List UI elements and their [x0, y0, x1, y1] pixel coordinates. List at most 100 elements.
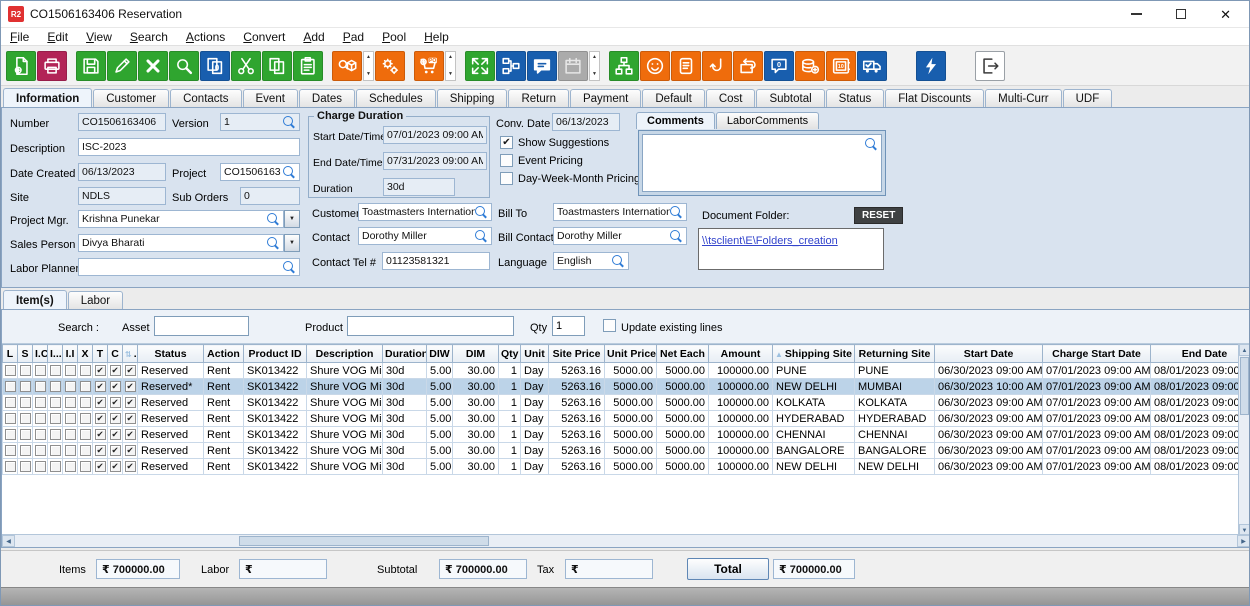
menu-add[interactable]: Add	[294, 30, 333, 44]
tab-customer[interactable]: Customer	[93, 89, 169, 107]
tab-flat-discounts[interactable]: Flat Discounts	[885, 89, 984, 107]
col-header-t[interactable]: T	[93, 345, 108, 363]
add-currency-icon[interactable]	[795, 51, 825, 81]
org-grid-icon[interactable]	[496, 51, 526, 81]
description-field[interactable]: ISC-2023	[78, 138, 300, 156]
col-header-i-c[interactable]: I.C	[33, 345, 48, 363]
new-order-icon[interactable]	[6, 51, 36, 81]
row-checkbox[interactable]	[35, 397, 46, 408]
search-icon[interactable]	[865, 138, 878, 151]
search-icon[interactable]	[283, 166, 296, 179]
row-checkbox[interactable]	[65, 413, 76, 424]
row-checkbox[interactable]	[50, 397, 61, 408]
bill-to-field[interactable]: Toastmasters Internation	[553, 203, 687, 221]
row-checkbox[interactable]	[5, 397, 16, 408]
row-checkbox[interactable]	[95, 365, 106, 376]
col-header-description[interactable]: Description	[307, 345, 383, 363]
table-row[interactable]: ReservedRentSK013422Shure VOG Mic30d5.00…	[3, 411, 1240, 427]
po-dropdown-strip[interactable]: ▲▼	[445, 51, 456, 81]
row-checkbox[interactable]	[95, 429, 106, 440]
menu-help[interactable]: Help	[415, 30, 458, 44]
row-checkbox[interactable]	[20, 381, 31, 392]
row-checkbox[interactable]	[65, 397, 76, 408]
contact-field[interactable]: Dorothy Miller	[358, 227, 492, 245]
maximize-icon[interactable]	[1176, 9, 1186, 19]
items-tab-labor[interactable]: Labor	[68, 291, 123, 309]
row-checkbox[interactable]	[50, 461, 61, 472]
day-week-month-pricing-checkbox[interactable]	[500, 172, 513, 185]
document-folder-link[interactable]: \\tsclient\E\Folders_creation	[702, 235, 838, 247]
col-header-shipping-site[interactable]: ▲Shipping Site	[773, 345, 855, 363]
row-checkbox[interactable]	[35, 413, 46, 424]
search-icon[interactable]	[670, 230, 683, 243]
table-row[interactable]: ReservedRentSK013422Shure VOG Mic30d5.00…	[3, 443, 1240, 459]
quick-action-bolt-icon[interactable]	[916, 51, 946, 81]
minimize-icon[interactable]	[1131, 13, 1142, 15]
table-row[interactable]: Reserved*RentSK013422Shure VOG Mic30d5.0…	[3, 379, 1240, 395]
settings-gears-icon[interactable]	[375, 51, 405, 81]
search-icon[interactable]	[475, 230, 488, 243]
search-icon[interactable]	[267, 237, 280, 250]
labor-planner-field[interactable]	[78, 258, 300, 276]
row-checkbox[interactable]	[80, 381, 91, 392]
row-checkbox[interactable]	[50, 413, 61, 424]
menu-search[interactable]: Search	[121, 30, 177, 44]
row-checkbox[interactable]	[125, 461, 136, 472]
menu-edit[interactable]: Edit	[38, 30, 77, 44]
bill-contact-field[interactable]: Dorothy Miller	[553, 227, 687, 245]
exit-icon[interactable]	[975, 51, 1005, 81]
version-field[interactable]: 1	[220, 113, 300, 131]
total-button[interactable]: Total	[687, 558, 769, 580]
row-checkbox[interactable]	[20, 413, 31, 424]
col-header-x[interactable]: X	[78, 345, 93, 363]
row-checkbox[interactable]	[35, 365, 46, 376]
row-checkbox[interactable]	[110, 429, 121, 440]
row-checkbox[interactable]	[50, 429, 61, 440]
truck-check-icon[interactable]	[857, 51, 887, 81]
row-checkbox[interactable]	[110, 413, 121, 424]
col-header-i[interactable]: I...	[48, 345, 63, 363]
col-header-qty[interactable]: Qty	[499, 345, 521, 363]
search-icon[interactable]	[169, 51, 199, 81]
col-header-i-i[interactable]: I.I	[63, 345, 78, 363]
copy-icon[interactable]	[262, 51, 292, 81]
search-icon[interactable]	[283, 261, 296, 274]
qty-input[interactable]: 1	[552, 316, 585, 336]
row-checkbox[interactable]	[95, 445, 106, 456]
tab-information[interactable]: Information	[3, 88, 92, 107]
row-checkbox[interactable]	[95, 397, 106, 408]
calendar-dropdown-strip[interactable]: ▲▼	[589, 51, 600, 81]
cut-icon[interactable]	[231, 51, 261, 81]
sales-person-field[interactable]: Divya Bharati	[78, 234, 284, 252]
row-checkbox[interactable]	[20, 397, 31, 408]
scroll-up-icon[interactable]: ▲	[1239, 344, 1250, 356]
tab-default[interactable]: Default	[642, 89, 704, 107]
row-checkbox[interactable]	[20, 429, 31, 440]
event-pricing-checkbox[interactable]	[500, 154, 513, 167]
paste-icon[interactable]	[293, 51, 323, 81]
tab-subtotal[interactable]: Subtotal	[756, 89, 824, 107]
horizontal-scroll-thumb[interactable]	[239, 536, 489, 546]
search-icon[interactable]	[475, 206, 488, 219]
row-checkbox[interactable]	[65, 381, 76, 392]
project-mgr-dropdown[interactable]: ▼	[284, 210, 300, 228]
row-checkbox[interactable]	[95, 461, 106, 472]
search-icon[interactable]	[267, 213, 280, 226]
delete-icon[interactable]	[138, 51, 168, 81]
col-header-site-price[interactable]: Site Price	[549, 345, 605, 363]
tab-multi-curr[interactable]: Multi-Curr	[985, 89, 1061, 107]
table-row[interactable]: ReservedRentSK013422Shure VOG Mic30d5.00…	[3, 427, 1240, 443]
language-field[interactable]: English	[553, 252, 629, 270]
expand-icon[interactable]	[465, 51, 495, 81]
row-checkbox[interactable]	[80, 429, 91, 440]
vertical-scrollbar[interactable]: ▲ ▼	[1238, 344, 1250, 536]
tab-udf[interactable]: UDF	[1063, 89, 1113, 107]
copy-zero-icon[interactable]: 0	[200, 51, 230, 81]
product-search-dropdown-strip[interactable]: ▲▼	[363, 51, 374, 81]
col-header-amount[interactable]: Amount	[709, 345, 773, 363]
row-checkbox[interactable]	[95, 413, 106, 424]
menu-actions[interactable]: Actions	[177, 30, 234, 44]
tab-dates[interactable]: Dates	[299, 89, 355, 107]
table-row[interactable]: ReservedRentSK013422Shure VOG Mic30d5.00…	[3, 459, 1240, 475]
row-checkbox[interactable]	[50, 381, 61, 392]
